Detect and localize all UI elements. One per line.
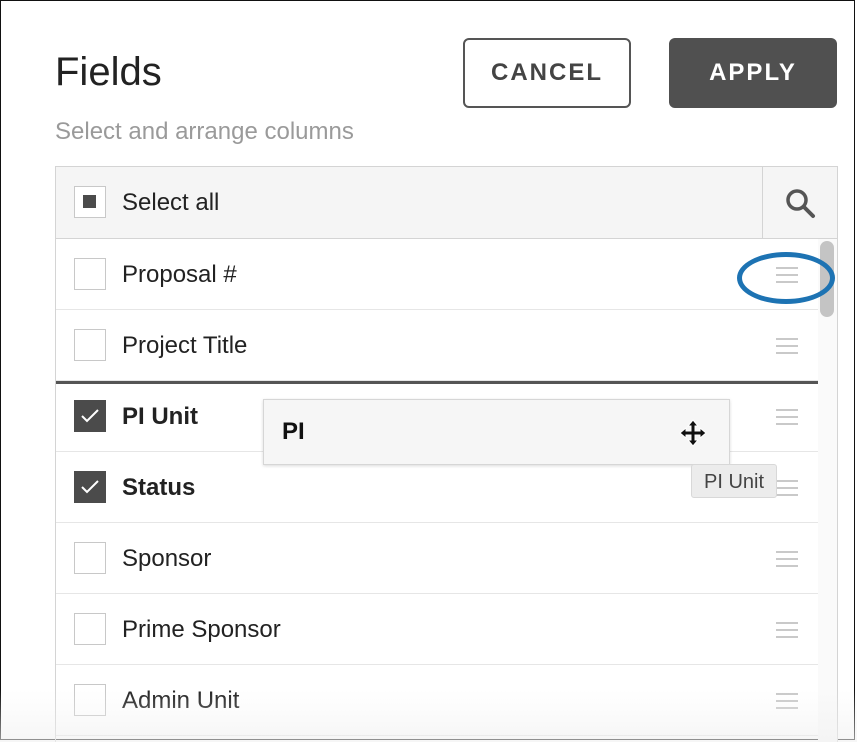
select-all-checkbox[interactable] bbox=[74, 186, 106, 218]
list-item-sponsor[interactable]: Sponsor bbox=[56, 523, 818, 594]
row-checkbox[interactable] bbox=[74, 542, 106, 574]
list-item-project-title[interactable]: Project Title bbox=[56, 310, 818, 381]
page-title: Fields bbox=[55, 50, 162, 94]
drag-preview-label: PI bbox=[282, 418, 305, 445]
drag-preview: PI bbox=[263, 399, 730, 465]
list-item-admin-unit[interactable]: Admin Unit bbox=[56, 665, 818, 736]
drag-handle-icon[interactable] bbox=[776, 622, 798, 638]
checkmark-icon bbox=[81, 409, 99, 423]
row-checkbox[interactable] bbox=[74, 400, 106, 432]
drop-indicator bbox=[56, 381, 818, 384]
highlight-ring bbox=[737, 252, 835, 304]
checkmark-icon bbox=[81, 480, 99, 494]
drag-handle-icon[interactable] bbox=[776, 409, 798, 425]
search-icon bbox=[786, 188, 815, 218]
search-button[interactable] bbox=[762, 167, 837, 238]
cancel-button[interactable]: CANCEL bbox=[463, 38, 631, 108]
row-checkbox[interactable] bbox=[74, 613, 106, 645]
drag-handle-icon[interactable] bbox=[776, 693, 798, 709]
list-item-proposal[interactable]: Proposal # bbox=[56, 239, 818, 310]
drag-tooltip: PI Unit bbox=[691, 464, 778, 498]
select-all-header: Select all bbox=[56, 167, 837, 239]
drag-handle-icon[interactable] bbox=[776, 338, 798, 354]
row-label: Prime Sponsor bbox=[122, 616, 281, 643]
apply-button[interactable]: APPLY bbox=[669, 38, 837, 108]
row-checkbox[interactable] bbox=[74, 471, 106, 503]
row-label: Admin Unit bbox=[122, 687, 240, 714]
row-label: Status bbox=[122, 474, 196, 501]
row-label: PI Unit bbox=[122, 403, 198, 430]
row-checkbox[interactable] bbox=[74, 684, 106, 716]
list-item-prime-sponsor[interactable]: Prime Sponsor bbox=[56, 594, 818, 665]
row-label: Project Title bbox=[122, 332, 248, 359]
row-checkbox[interactable] bbox=[74, 329, 106, 361]
move-icon bbox=[679, 419, 707, 447]
row-label: Sponsor bbox=[122, 545, 212, 572]
row-checkbox[interactable] bbox=[74, 258, 106, 290]
row-label: Proposal # bbox=[122, 261, 237, 288]
page-subtitle: Select and arrange columns bbox=[55, 118, 354, 145]
drag-handle-icon[interactable] bbox=[776, 551, 798, 567]
select-all-label: Select all bbox=[122, 189, 220, 216]
drag-handle-icon[interactable] bbox=[776, 480, 798, 496]
